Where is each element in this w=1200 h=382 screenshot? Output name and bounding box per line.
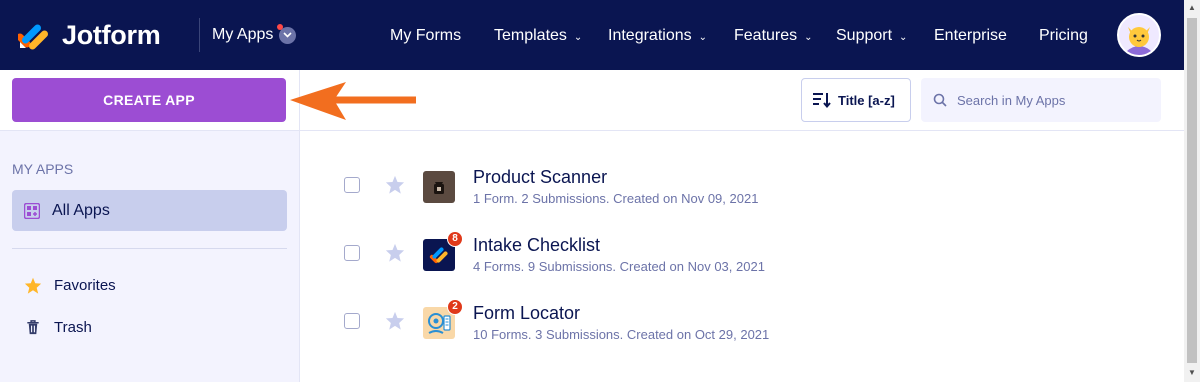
brand-name: Jotform (62, 19, 161, 50)
chevron-down-icon: ⌄ (698, 32, 707, 43)
grid-icon (24, 202, 40, 219)
chevron-down-icon: ⌄ (899, 32, 908, 43)
package-icon (423, 171, 455, 203)
top-navigation-bar: Jotform My Apps My Forms Templates ⌄ Inte… (0, 0, 1184, 70)
sidebar-item-label: All Apps (52, 201, 110, 219)
scrollbar-thumb[interactable] (1187, 18, 1197, 363)
chevron-down-icon: ⌄ (573, 32, 583, 43)
nav-enterprise[interactable]: Enterprise (934, 27, 1007, 45)
star-outline-icon[interactable] (385, 243, 405, 262)
search-input[interactable] (957, 92, 1137, 108)
list-item[interactable]: 2 Form Locator 10 Forms. 3 Submissions. … (300, 279, 1184, 343)
trash-icon (27, 320, 39, 335)
avatar-cat-icon (1119, 15, 1159, 55)
nav-label: Pricing (1039, 27, 1088, 44)
nav-templates[interactable]: Templates ⌄ (494, 27, 582, 45)
scroll-up-icon[interactable]: ▲ (1187, 3, 1197, 13)
chevron-down-icon: ⌄ (804, 32, 813, 43)
user-avatar[interactable] (1117, 13, 1161, 57)
star-outline-icon[interactable] (385, 311, 405, 330)
sidebar-item-all-apps[interactable]: All Apps (12, 190, 287, 231)
sidebar-item-trash[interactable]: Trash (24, 319, 92, 336)
sidebar: CREATE APP MY APPS All Apps Favorites Tr… (0, 70, 300, 382)
row-checkbox[interactable] (344, 313, 360, 329)
scroll-down-icon[interactable]: ▼ (1187, 368, 1197, 378)
list-item[interactable]: Product Scanner 1 Form. 2 Submissions. C… (300, 143, 1184, 207)
nav-label: Features (734, 27, 798, 44)
main-content: Title [a-z] Product Scanner 1 Form. 2 Su… (300, 70, 1184, 382)
product-switcher-label: My Apps (212, 26, 274, 43)
star-outline-icon[interactable] (385, 175, 405, 194)
nav-label: Support (836, 27, 893, 44)
nav-label: My Forms (390, 27, 462, 44)
sidebar-item-label: Trash (54, 319, 92, 336)
sort-label: Title [a-z] (838, 92, 895, 108)
app-title[interactable]: Product Scanner (473, 167, 607, 188)
nav-label: Templates (494, 27, 567, 44)
app-title[interactable]: Intake Checklist (473, 235, 600, 256)
list-item[interactable]: 8 Intake Checklist 4 Forms. 9 Submission… (300, 211, 1184, 275)
jotform-logo[interactable]: Jotform (18, 18, 161, 52)
notification-badge: 2 (447, 299, 463, 315)
search-icon (933, 93, 947, 107)
sort-icon (813, 93, 831, 109)
product-switcher[interactable]: My Apps (212, 24, 297, 44)
create-app-button[interactable]: CREATE APP (12, 78, 286, 122)
row-checkbox[interactable] (344, 245, 360, 261)
app-meta: 1 Form. 2 Submissions. Created on Nov 09… (473, 191, 759, 206)
sidebar-divider (12, 248, 287, 249)
sidebar-item-favorites[interactable]: Favorites (24, 277, 116, 294)
app-meta: 10 Forms. 3 Submissions. Created on Oct … (473, 327, 770, 342)
sidebar-item-label: Favorites (54, 277, 116, 294)
notification-dot (277, 24, 283, 30)
jotform-logo-icon (18, 24, 49, 50)
sidebar-header: CREATE APP (0, 70, 299, 131)
nav-my-forms[interactable]: My Forms (390, 27, 461, 45)
nav-pricing[interactable]: Pricing (1039, 27, 1088, 45)
sort-button[interactable]: Title [a-z] (801, 78, 911, 122)
search-box[interactable] (921, 78, 1161, 122)
list-toolbar: Title [a-z] (300, 70, 1184, 131)
nav-integrations[interactable]: Integrations ⌄ (608, 27, 707, 45)
nav-support[interactable]: Support ⌄ (836, 27, 907, 45)
annotation-arrow-icon (290, 82, 416, 120)
app-title[interactable]: Form Locator (473, 303, 580, 324)
star-icon (24, 277, 42, 294)
row-checkbox[interactable] (344, 177, 360, 193)
notification-badge: 8 (447, 231, 463, 247)
header-divider (199, 18, 200, 52)
nav-label: Integrations (608, 27, 692, 44)
nav-features[interactable]: Features ⌄ (734, 27, 813, 45)
sidebar-section-title: MY APPS (12, 161, 74, 177)
nav-label: Enterprise (934, 27, 1007, 44)
app-meta: 4 Forms. 9 Submissions. Created on Nov 0… (473, 259, 765, 274)
